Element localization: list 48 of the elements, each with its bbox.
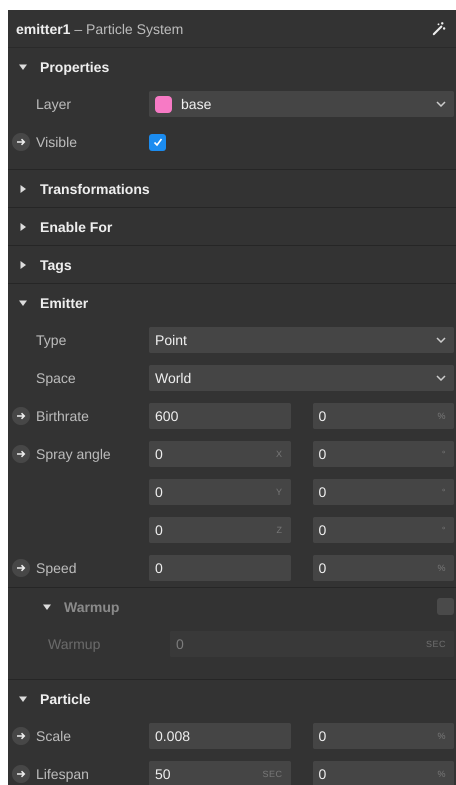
- field-label: Scale: [36, 728, 72, 744]
- unit-label: °: [442, 487, 446, 497]
- panel-title: emitter1 – Particle System: [16, 20, 184, 36]
- chevron-down-icon: [436, 101, 446, 107]
- field-label: Space: [36, 370, 76, 386]
- chevron-down-icon: [436, 375, 446, 381]
- number-field[interactable]: 0 °: [312, 479, 454, 505]
- unit-label: °: [442, 449, 446, 459]
- section-header[interactable]: Enable For: [8, 208, 456, 245]
- number-field[interactable]: 0 %: [312, 403, 454, 429]
- number-field[interactable]: 0.008: [149, 723, 290, 749]
- expanded-triangle-icon[interactable]: [18, 62, 28, 72]
- section-header[interactable]: Transformations: [8, 170, 456, 207]
- field-label: Layer: [36, 96, 72, 112]
- dropdown[interactable]: base: [149, 91, 454, 117]
- field-label: Spray angle: [36, 446, 111, 462]
- collapsed-triangle-icon[interactable]: [18, 222, 28, 232]
- number-field[interactable]: 0 °: [312, 517, 454, 543]
- checkmark-icon: [152, 136, 164, 148]
- chevron-down-icon: [436, 337, 446, 343]
- expanded-triangle-icon[interactable]: [18, 694, 28, 704]
- collapsed-triangle-icon[interactable]: [18, 184, 28, 194]
- collapsed-triangle-icon[interactable]: [18, 260, 28, 270]
- field-label: Birthrate: [36, 408, 89, 424]
- section-header[interactable]: Emitter: [8, 284, 456, 321]
- number-field[interactable]: 0 %: [312, 761, 454, 785]
- unit-label: %: [437, 411, 446, 421]
- dropdown[interactable]: World: [149, 365, 454, 391]
- field-label: Type: [36, 332, 66, 348]
- number-field[interactable]: 0 %: [312, 723, 454, 749]
- number-field[interactable]: 0 °: [312, 441, 454, 467]
- field-label: Visible: [36, 134, 77, 150]
- field-label: Speed: [36, 560, 76, 576]
- unit-label: %: [437, 769, 446, 779]
- unit-label: %: [437, 563, 446, 573]
- field-label: Lifespan: [36, 766, 89, 782]
- unit-label: %: [437, 731, 446, 741]
- section-header[interactable]: Properties: [8, 48, 456, 85]
- expanded-triangle-icon[interactable]: [18, 298, 28, 308]
- unit-label: °: [442, 525, 446, 535]
- checkbox[interactable]: [149, 134, 166, 150]
- section-header[interactable]: Particle: [8, 680, 456, 717]
- dropdown[interactable]: Point: [149, 327, 454, 353]
- magic-wand-icon[interactable]: [431, 21, 446, 36]
- number-field[interactable]: 600: [149, 403, 290, 429]
- number-field[interactable]: 0 %: [312, 555, 454, 581]
- section-header[interactable]: Tags: [8, 246, 456, 283]
- number-field[interactable]: 0: [149, 555, 290, 581]
